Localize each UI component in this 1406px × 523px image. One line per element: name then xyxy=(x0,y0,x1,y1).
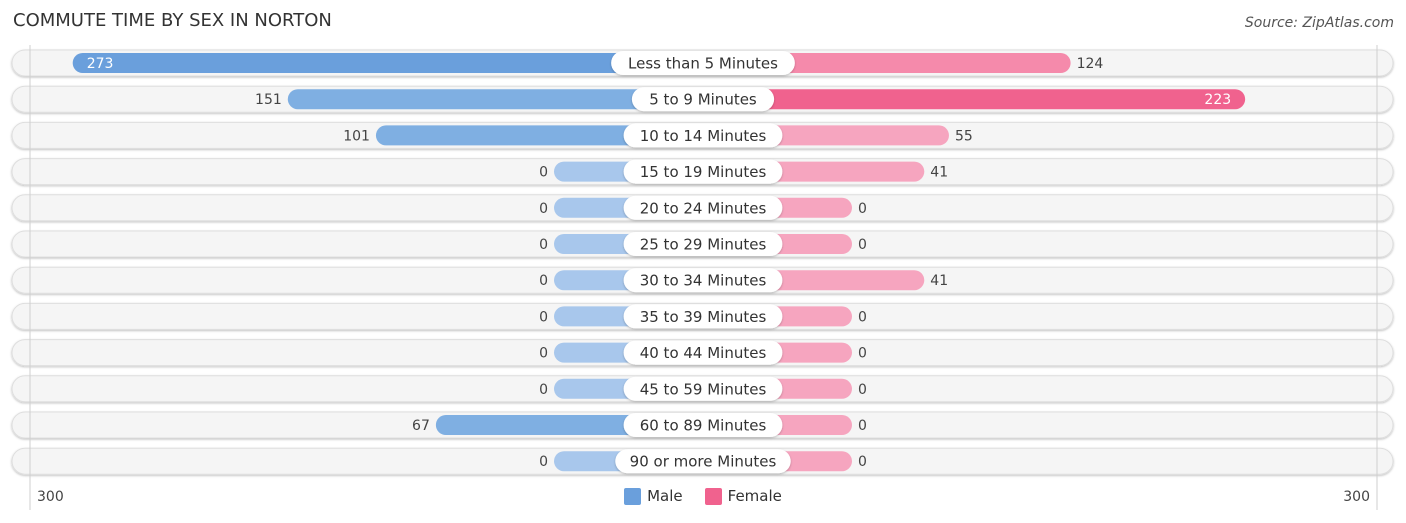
row-4: 20 to 24 Minutes 0 0 xyxy=(11,194,1394,222)
row-6: 30 to 34 Minutes 0 41 xyxy=(11,266,1394,294)
value-label-male: 0 xyxy=(539,309,548,325)
value-label-female: 0 xyxy=(858,454,867,470)
legend-label-female: Female xyxy=(727,487,782,505)
row-8: 40 to 44 Minutes 0 0 xyxy=(11,339,1394,367)
category-label: 15 to 19 Minutes xyxy=(640,163,767,181)
row-9: 45 to 59 Minutes 0 0 xyxy=(11,375,1394,403)
legend: Male Female xyxy=(0,487,1406,505)
value-label-male: 273 xyxy=(87,56,114,72)
bar-female xyxy=(703,89,1246,110)
value-label-female: 124 xyxy=(1077,56,1104,72)
value-label-female: 0 xyxy=(858,309,867,325)
value-label-male: 0 xyxy=(539,273,548,289)
value-label-male: 0 xyxy=(539,237,548,253)
category-label: Less than 5 Minutes xyxy=(628,55,778,73)
category-label: 35 to 39 Minutes xyxy=(640,308,767,326)
row-0: Less than 5 Minutes 273 124 xyxy=(11,49,1394,77)
value-label-male: 0 xyxy=(539,382,548,398)
category-label: 20 to 24 Minutes xyxy=(640,199,767,217)
value-label-female: 41 xyxy=(930,165,948,181)
value-label-female: 0 xyxy=(858,346,867,362)
value-label-male: 101 xyxy=(343,128,370,144)
category-label: 45 to 59 Minutes xyxy=(640,380,767,398)
value-label-male: 0 xyxy=(539,201,548,217)
category-label: 40 to 44 Minutes xyxy=(640,344,767,362)
row-5: 25 to 29 Minutes 0 0 xyxy=(11,230,1394,258)
value-label-male: 0 xyxy=(539,346,548,362)
value-label-female: 0 xyxy=(858,201,867,217)
category-label: 10 to 14 Minutes xyxy=(640,127,767,145)
value-label-female: 0 xyxy=(858,418,867,434)
value-label-male: 151 xyxy=(255,92,282,108)
value-label-male: 0 xyxy=(539,165,548,181)
legend-swatch-female xyxy=(704,487,722,505)
category-label: 5 to 9 Minutes xyxy=(649,91,757,109)
category-label: 30 to 34 Minutes xyxy=(640,272,767,290)
value-label-female: 41 xyxy=(930,273,948,289)
legend-swatch-male xyxy=(624,487,642,505)
legend-item-female[interactable]: Female xyxy=(704,487,782,505)
value-label-female: 55 xyxy=(955,128,973,144)
value-label-male: 67 xyxy=(412,418,430,434)
value-label-female: 223 xyxy=(1204,92,1231,108)
row-10: 60 to 89 Minutes 67 0 xyxy=(11,411,1394,439)
chart-area: Less than 5 Minutes 273 124 5 to 9 Minutes 1… xyxy=(11,45,1394,510)
value-label-female: 0 xyxy=(858,382,867,398)
legend-label-male: Male xyxy=(647,487,683,505)
category-label: 60 to 89 Minutes xyxy=(640,417,767,435)
row-11: 90 or more Minutes 0 0 xyxy=(11,447,1394,475)
value-label-female: 0 xyxy=(858,237,867,253)
row-7: 35 to 39 Minutes 0 0 xyxy=(11,302,1394,330)
category-label: 25 to 29 Minutes xyxy=(640,236,767,254)
row-2: 10 to 14 Minutes 101 55 xyxy=(11,121,1394,149)
value-label-male: 0 xyxy=(539,454,548,470)
row-3: 15 to 19 Minutes 0 41 xyxy=(11,158,1394,186)
row-1: 5 to 9 Minutes 151 223 xyxy=(11,85,1394,113)
legend-item-male[interactable]: Male xyxy=(624,487,683,505)
category-label: 90 or more Minutes xyxy=(630,453,777,471)
bar-male xyxy=(72,53,704,73)
